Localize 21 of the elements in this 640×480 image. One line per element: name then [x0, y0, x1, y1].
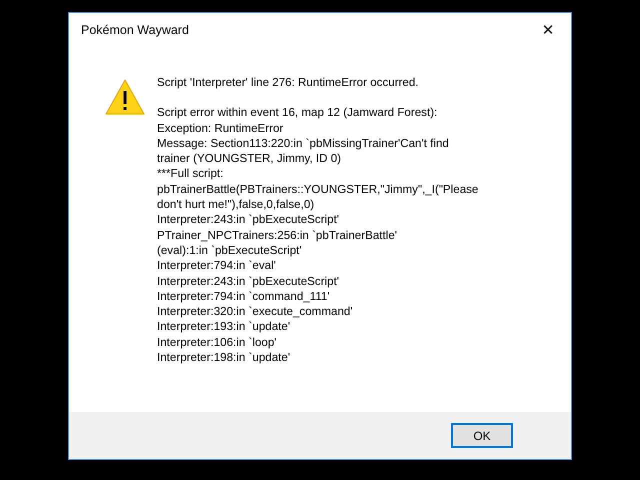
error-line: Script error within event 16, map 12 (Jamward Forest): [157, 105, 438, 121]
error-line: Interpreter:193:in `update' [157, 319, 292, 335]
error-line: Interpreter:794:in `command_111' [157, 288, 331, 304]
error-line: Interpreter:106:in `loop' [157, 334, 278, 350]
error-line: Message: Section113:220:in `pbMissingTrainer'Can't find [157, 136, 450, 152]
error-line: Interpreter:320:in `execute_command' [157, 304, 354, 320]
error-line: ***Full script: [157, 166, 224, 182]
error-line: Interpreter:243:in `pbExecuteScript' [157, 212, 340, 228]
error-line: Exception: RuntimeError [157, 120, 284, 136]
error-line: don't hurt me!"),false,0,false,0) [157, 197, 316, 212]
error-line: pbTrainerBattle(PBTrainers::YOUNGSTER,"Jimmy",_I("Please [157, 182, 478, 198]
window-title: Pokémon Wayward [81, 23, 189, 37]
error-line: trainer (YOUNGSTER, Jimmy, ID 0) [157, 151, 342, 166]
error-line: (eval):1:in `pbExecuteScript' [157, 242, 303, 258]
error-line: Interpreter:794:in `eval' [157, 258, 277, 274]
close-button[interactable]: ✕ [525, 13, 571, 47]
error-heading: Script 'Interpreter' line 276: RuntimeError occurred. [157, 75, 420, 90]
error-line: Interpreter:198:in `update' [157, 350, 292, 366]
ok-button[interactable]: OK [451, 423, 513, 448]
error-line: Interpreter:243:in `pbExecuteScript' [157, 274, 340, 289]
error-line: PTrainer_NPCTrainers:256:in `pbTrainerBattle' [157, 228, 398, 243]
